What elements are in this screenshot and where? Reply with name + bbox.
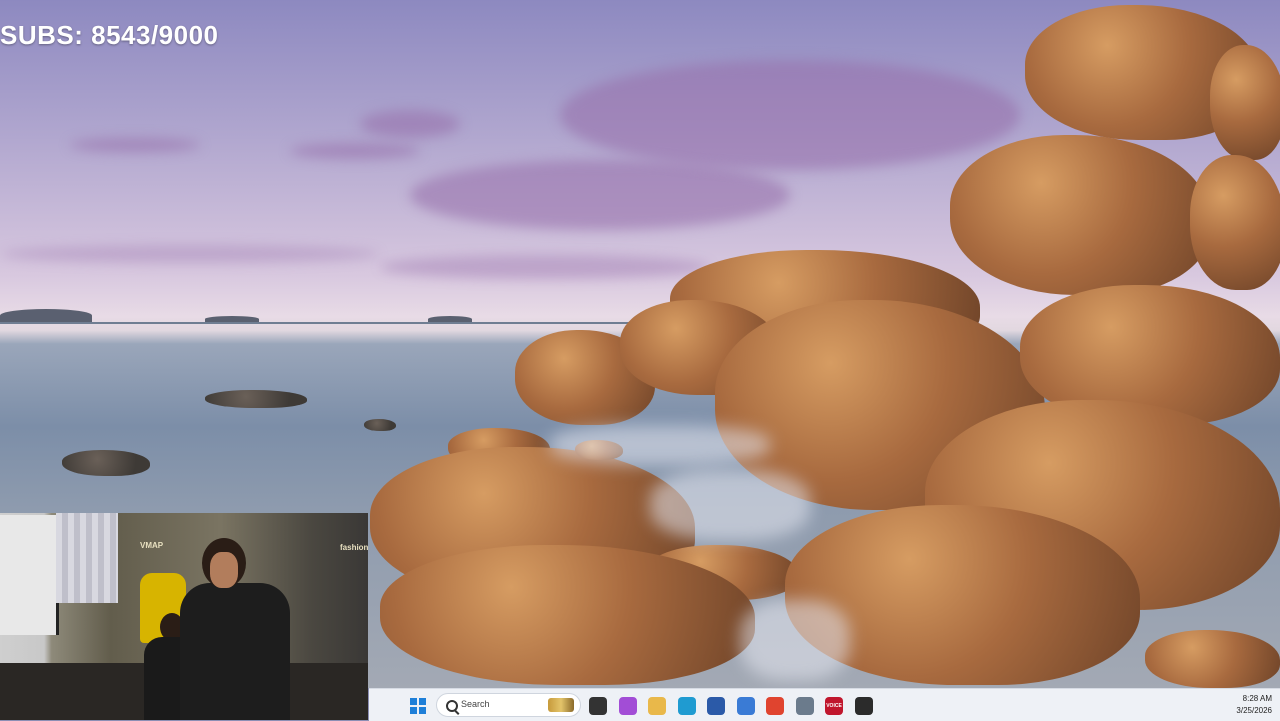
chrome-icon[interactable] (766, 697, 784, 715)
cloud (560, 60, 1020, 170)
standing-person (180, 538, 300, 720)
sea-rock (205, 390, 307, 408)
subs-counter-overlay: SUBS: 8543/9000 (0, 20, 219, 50)
cam-wall-logo: VMAP (140, 541, 164, 550)
copilot-icon[interactable] (618, 697, 637, 715)
sea-rock (364, 419, 396, 431)
cloud (360, 110, 460, 138)
task-view-icon[interactable] (589, 697, 607, 715)
horizon (0, 322, 640, 324)
cloud (0, 245, 380, 263)
search-placeholder: Search (461, 699, 490, 709)
island (0, 309, 92, 322)
taskbar-search-box[interactable]: Search (436, 693, 581, 717)
cloud (290, 143, 420, 159)
windows-start-icon[interactable] (410, 698, 426, 714)
surf-mist (650, 470, 810, 540)
cloud (380, 255, 710, 279)
system-clock[interactable]: 8:28 AM 3/25/2026 (1236, 693, 1272, 717)
search-highlight-icon (548, 698, 574, 712)
boulder (1145, 630, 1280, 688)
boulder (1210, 45, 1280, 160)
cam-curtain (56, 513, 118, 603)
boulder (380, 545, 755, 685)
surf-mist (740, 600, 850, 680)
cloud (410, 160, 790, 230)
taskbar: Search VOICE 8:28 AM 3/25/2026 (369, 688, 1280, 721)
voicemod-icon[interactable]: VOICE (825, 697, 843, 715)
sea-rock (62, 450, 150, 476)
obs-icon[interactable] (854, 697, 873, 715)
clock-date: 3/25/2026 (1236, 706, 1272, 715)
file-explorer-icon[interactable] (648, 697, 666, 715)
boulder (950, 135, 1210, 295)
surf-mist (550, 425, 770, 465)
settings-icon[interactable] (795, 697, 814, 715)
cam-monitor (0, 515, 59, 635)
clock-time: 8:28 AM (1242, 694, 1272, 703)
edge-icon[interactable] (677, 697, 696, 715)
cam-wall-logo: fashionmy (340, 543, 368, 552)
teams-icon[interactable] (736, 697, 755, 715)
webcam-overlay: VMAP fashionmy (0, 513, 368, 720)
store-icon[interactable] (707, 697, 725, 715)
search-icon (446, 700, 458, 712)
boulder (1190, 155, 1280, 290)
cloud (70, 138, 200, 152)
